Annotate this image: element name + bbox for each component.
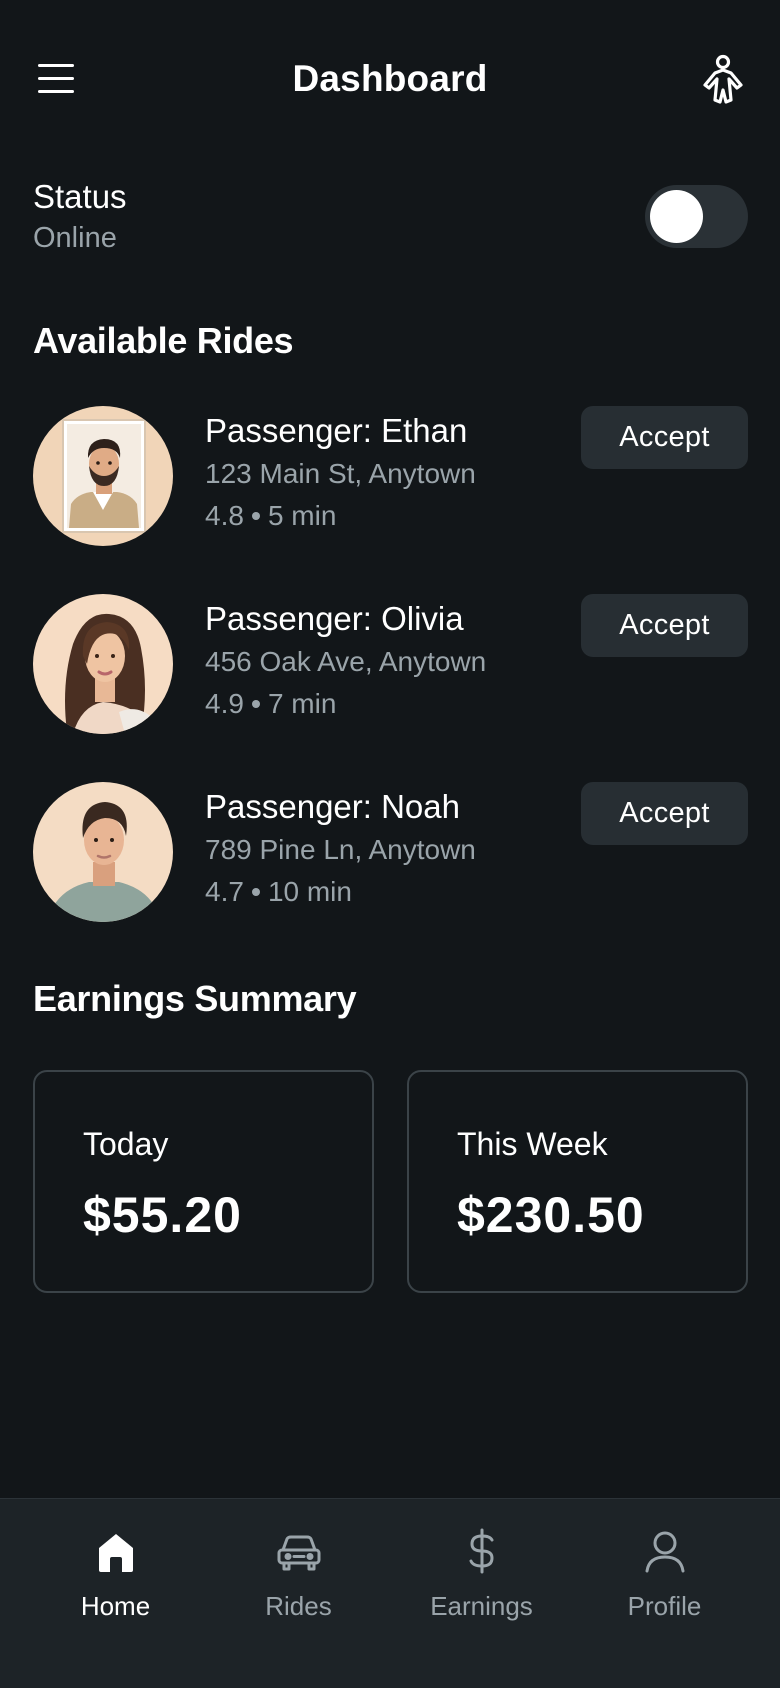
pickup-address: 456 Oak Ave, Anytown (205, 646, 487, 677)
pickup-address: 123 Main St, Anytown (205, 458, 476, 489)
passenger-name: Passenger: Noah (205, 788, 460, 825)
separator-dot (251, 887, 260, 896)
passenger-avatar-noah (33, 782, 173, 922)
nav-label: Rides (265, 1591, 332, 1621)
passenger-rating: 4.8 (205, 500, 244, 531)
accept-button-noah[interactable]: Accept (581, 782, 748, 845)
status-value: Online (33, 222, 117, 254)
nav-item-rides[interactable]: Rides (207, 1499, 390, 1649)
earnings-card-value: $230.50 (457, 1187, 645, 1243)
separator-dot (251, 699, 260, 708)
separator-dot (251, 511, 260, 520)
earnings-summary-title: Earnings Summary (33, 978, 357, 1019)
nav-item-home[interactable]: Home (24, 1499, 207, 1649)
ride-meta: 4.8 5 min (205, 500, 336, 532)
ride-item: Passenger: Ethan 123 Main St, Anytown 4.… (33, 406, 748, 546)
pickup-address: 789 Pine Ln, Anytown (205, 834, 476, 865)
nav-item-profile[interactable]: Profile (573, 1499, 756, 1649)
status-toggle[interactable] (645, 185, 748, 248)
toggle-knob (650, 190, 703, 243)
ride-item: Passenger: Noah 789 Pine Ln, Anytown 4.7… (33, 782, 748, 922)
ride-eta: 7 min (267, 688, 337, 719)
app-header: Dashboard (0, 0, 780, 160)
earnings-card-week: This Week $230.50 (407, 1070, 748, 1293)
passenger-rating: 4.9 (205, 688, 244, 719)
passenger-name: Passenger: Olivia (205, 600, 464, 637)
passenger-avatar-olivia (33, 594, 173, 734)
earnings-card-label: Today (83, 1126, 169, 1162)
dollar-icon (469, 1528, 493, 1574)
home-icon (98, 1534, 133, 1572)
ride-meta: 4.9 7 min (205, 688, 336, 720)
ride-item: Passenger: Olivia 456 Oak Ave, Anytown 4… (33, 594, 748, 734)
dashboard-screen: Dashboard Status Online Available Rides (0, 0, 780, 1688)
ride-eta: 5 min (267, 500, 337, 531)
available-rides-title: Available Rides (33, 320, 294, 361)
person-icon[interactable] (700, 54, 746, 106)
passenger-name: Passenger: Ethan (205, 412, 468, 449)
user-icon (645, 1531, 684, 1573)
car-icon (277, 1535, 320, 1571)
bottom-navigation: Home Rides Earnings Profile (0, 1498, 780, 1688)
ride-meta: 4.7 10 min (205, 876, 352, 908)
nav-label: Home (80, 1591, 151, 1621)
passenger-rating: 4.7 (205, 876, 244, 907)
nav-label: Profile (627, 1591, 702, 1621)
accept-button-olivia[interactable]: Accept (581, 594, 748, 657)
earnings-card-today: Today $55.20 (33, 1070, 374, 1293)
ride-eta: 10 min (267, 876, 352, 907)
earnings-card-label: This Week (457, 1126, 608, 1162)
passenger-avatar-ethan (33, 406, 173, 546)
page-title: Dashboard (292, 58, 488, 99)
nav-item-earnings[interactable]: Earnings (390, 1499, 573, 1649)
status-label: Status (33, 178, 127, 215)
accept-button-ethan[interactable]: Accept (581, 406, 748, 469)
earnings-card-value: $55.20 (83, 1187, 242, 1243)
nav-label: Earnings (430, 1591, 533, 1621)
